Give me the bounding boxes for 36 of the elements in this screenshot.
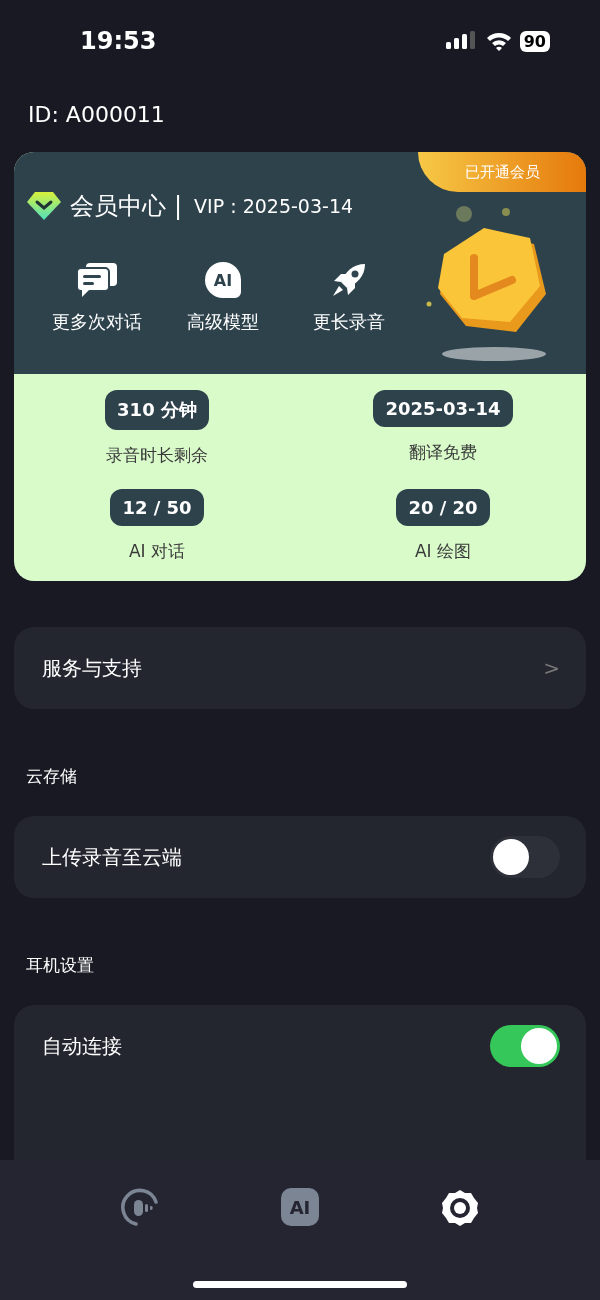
stat-label: AI 绘图 bbox=[414, 540, 471, 563]
stat-label: AI 对话 bbox=[128, 540, 185, 563]
status-time: 19:53 bbox=[80, 27, 157, 55]
stat-label: 翻译免费 bbox=[409, 441, 477, 464]
settings-label: 自动连接 bbox=[42, 1032, 122, 1060]
recording-tab-icon[interactable] bbox=[120, 1188, 161, 1228]
stat-label: 录音时长剩余 bbox=[106, 444, 208, 467]
settings-label: 上传录音至云端 bbox=[42, 843, 182, 871]
toggle-switch[interactable] bbox=[490, 836, 560, 878]
member-badge: 已开通会员 bbox=[418, 152, 586, 192]
account-id: ID: A000011 bbox=[27, 101, 166, 129]
chevron-icon: > bbox=[543, 656, 560, 680]
vip-expiry: VIP : 2025-03-14 bbox=[194, 195, 354, 217]
signal-icon bbox=[445, 31, 478, 51]
feature-label: 更长录音 bbox=[313, 310, 385, 334]
wifi-icon bbox=[485, 31, 512, 51]
settings-icon[interactable] bbox=[439, 1188, 480, 1228]
feature-label: 更多次对话 bbox=[52, 310, 142, 334]
ai-bubble-icon: AI bbox=[205, 262, 241, 298]
chat-bubbles-icon bbox=[76, 262, 118, 298]
battery-indicator: 90 bbox=[519, 30, 550, 52]
stat-value: 310 分钟 bbox=[105, 390, 209, 430]
ai-tab-icon[interactable]: AI bbox=[281, 1188, 319, 1226]
member-center-title: 会员中心 bbox=[70, 191, 166, 222]
feature-label: 高级模型 bbox=[187, 310, 259, 334]
stat-value: 12 / 50 bbox=[110, 489, 204, 526]
stat-value: 20 / 20 bbox=[396, 489, 490, 526]
title-separator: | bbox=[174, 192, 183, 220]
vip-card[interactable]: 已开通会员 会员中心 | VIP : 2025-03-14 更多次对话 AI 高级模型 更长录音 310 分钟 录音时长剩余 2025-03-14 翻译免费 12 / 50 AI 对话 20 / 20 AI 绘图 bbox=[14, 152, 586, 581]
settings-item[interactable]: 服务与支持 bbox=[42, 654, 142, 682]
diamond-icon bbox=[26, 191, 62, 221]
toggle-switch[interactable] bbox=[490, 1025, 560, 1067]
section-title: 耳机设置 bbox=[25, 954, 95, 977]
stat-value: 2025-03-14 bbox=[373, 390, 513, 427]
rocket-icon bbox=[331, 262, 367, 298]
section-title: 云存储 bbox=[25, 765, 78, 788]
